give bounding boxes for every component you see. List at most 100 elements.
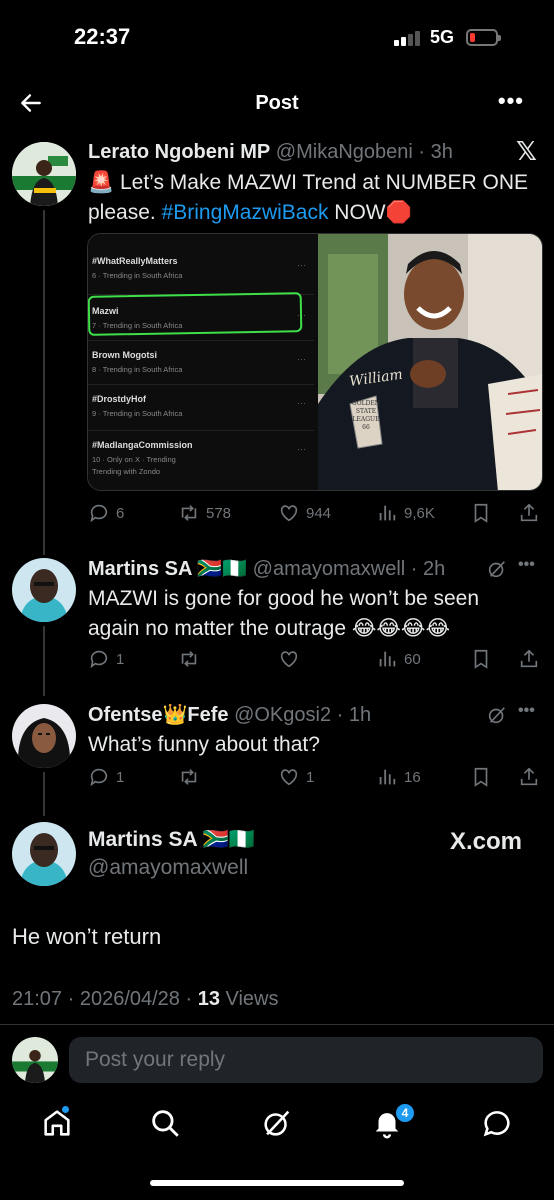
- avatar[interactable]: [12, 704, 76, 768]
- reply-actions: 1 60: [88, 648, 544, 674]
- trend-item: #MadlangaCommission 10 · Only on X · Tren…: [92, 440, 306, 476]
- heart-icon: [280, 651, 298, 668]
- views-count: 13: [197, 988, 220, 1010]
- repost-button[interactable]: [178, 648, 206, 670]
- share-button[interactable]: [518, 648, 546, 670]
- post-header: Post •••: [0, 84, 554, 126]
- author-name[interactable]: Lerato Ngobeni MP: [88, 141, 270, 163]
- reply-button[interactable]: 1: [88, 648, 124, 670]
- author-name[interactable]: Martins SA 🇿🇦🇳🇬: [88, 828, 255, 852]
- share-icon: [520, 649, 538, 668]
- author-handle[interactable]: @MikaNgobeni: [276, 141, 413, 163]
- avatar[interactable]: [12, 822, 76, 886]
- thread-line: [43, 772, 45, 816]
- bottom-nav: [0, 1096, 554, 1156]
- views-button[interactable]: 16: [376, 766, 421, 788]
- jacket-patch-text: GOLDEN STATE LEAGUE 66: [351, 400, 381, 431]
- notification-badge: 4: [396, 1104, 414, 1122]
- more-options-icon[interactable]: •••: [518, 702, 535, 720]
- repost-icon: [181, 505, 197, 521]
- reply-text: MAZWI is gone for good he won’t be seen …: [88, 587, 480, 640]
- avatar[interactable]: [12, 558, 76, 622]
- heart-icon: [280, 505, 298, 522]
- more-options-icon[interactable]: •••: [498, 88, 524, 114]
- post-timestamp: 21:07 · 2026/04/28 ·: [12, 988, 198, 1010]
- bookmark-icon: [474, 767, 488, 787]
- messages-icon[interactable]: [480, 1106, 514, 1140]
- repost-icon: [181, 651, 197, 667]
- page-title: Post: [255, 92, 299, 114]
- reply-header-line: Ofentse👑Fefe @OKgosi2 · 1h: [88, 704, 372, 726]
- views-icon: [379, 769, 396, 785]
- highlight-circle: [88, 292, 303, 336]
- post-text: 🚨 Let’s Make MAZWI Trend at NUMBER ONE p…: [88, 171, 529, 224]
- trends-screenshot: #WhatReallyMatters 6 · Trending in South …: [88, 234, 318, 490]
- repost-icon: [181, 769, 197, 785]
- reply-button[interactable]: 6: [88, 502, 124, 524]
- reply-text: What’s funny about that?: [88, 733, 320, 756]
- author-handle[interactable]: @amayomaxwell: [88, 856, 248, 880]
- post-meta: 21:07 · 2026/04/28 · 13 Views: [12, 988, 279, 1011]
- status-bar: 22:37 5G: [0, 0, 554, 78]
- bookmark-button[interactable]: [470, 502, 498, 524]
- views-button[interactable]: 9,6K: [376, 502, 435, 524]
- signal-icon: [394, 30, 424, 46]
- reply-icon: [90, 650, 108, 669]
- trend-item: #WhatReallyMatters 6 · Trending in South …: [92, 256, 306, 280]
- author-name[interactable]: Ofentse👑Fefe: [88, 704, 229, 726]
- share-icon: [520, 503, 538, 522]
- like-button[interactable]: [278, 648, 306, 670]
- reply-actions: 1 1 16: [88, 766, 544, 792]
- reply-icon: [90, 768, 108, 787]
- reply-bar: Post your reply: [0, 1030, 554, 1090]
- post-media[interactable]: #WhatReallyMatters 6 · Trending in South …: [87, 233, 543, 491]
- bookmark-button[interactable]: [470, 766, 498, 788]
- post-text: He won’t return: [12, 924, 162, 949]
- post-actions: 6 578 944 9,6K: [88, 502, 544, 528]
- search-icon[interactable]: [148, 1106, 182, 1140]
- views-label: Views: [219, 988, 279, 1010]
- post-time: 3h: [430, 141, 453, 163]
- avatar[interactable]: [12, 142, 76, 206]
- divider: [0, 1024, 554, 1025]
- share-button[interactable]: [518, 502, 546, 524]
- status-time: 22:37: [74, 24, 131, 49]
- author-handle[interactable]: @OKgosi2: [234, 704, 331, 726]
- person-photo: William GOLDEN STATE LEAGUE 66: [318, 234, 542, 490]
- home-notification-dot: [62, 1106, 69, 1113]
- grok-icon[interactable]: [486, 704, 508, 726]
- grok-icon[interactable]: [486, 558, 508, 580]
- repost-button[interactable]: [178, 766, 206, 788]
- thread-line: [43, 626, 45, 696]
- views-icon: [379, 505, 396, 521]
- bookmark-icon: [474, 649, 488, 669]
- bookmark-icon: [474, 503, 488, 523]
- like-button[interactable]: 1: [278, 766, 314, 788]
- views-button[interactable]: 60: [376, 648, 421, 670]
- heart-icon: [280, 769, 298, 786]
- trend-item: #DrostdyHof 9 · Trending in South Africa ·…: [92, 394, 306, 418]
- reply-input[interactable]: Post your reply: [69, 1037, 543, 1083]
- share-button[interactable]: [518, 766, 546, 788]
- hashtag-link[interactable]: #BringMazwiBack: [162, 201, 329, 224]
- reply-time: 1h: [348, 704, 372, 726]
- x-com-watermark: X.com: [450, 828, 523, 855]
- author-handle[interactable]: @amayomaxwell: [253, 558, 406, 580]
- bookmark-button[interactable]: [470, 648, 498, 670]
- views-icon: [379, 651, 396, 667]
- share-icon: [520, 767, 538, 786]
- network-type: 5G: [430, 27, 455, 47]
- post-header-line: Lerato Ngobeni MP @MikaNgobeni · 3h: [88, 141, 453, 163]
- avatar[interactable]: [12, 1037, 58, 1083]
- home-icon[interactable]: [40, 1106, 74, 1140]
- more-options-icon[interactable]: •••: [518, 556, 535, 574]
- home-indicator[interactable]: [150, 1180, 404, 1186]
- reply-button[interactable]: 1: [88, 766, 124, 788]
- reply-icon: [90, 504, 108, 523]
- like-button[interactable]: 944: [278, 502, 331, 524]
- repost-button[interactable]: 578: [178, 502, 231, 524]
- grok-icon[interactable]: [260, 1106, 294, 1140]
- author-name[interactable]: Martins SA 🇿🇦🇳🇬: [88, 558, 247, 580]
- reply-header-line: Martins SA 🇿🇦🇳🇬 @amayomaxwell · 2h: [88, 558, 446, 580]
- thread-line: [43, 210, 45, 555]
